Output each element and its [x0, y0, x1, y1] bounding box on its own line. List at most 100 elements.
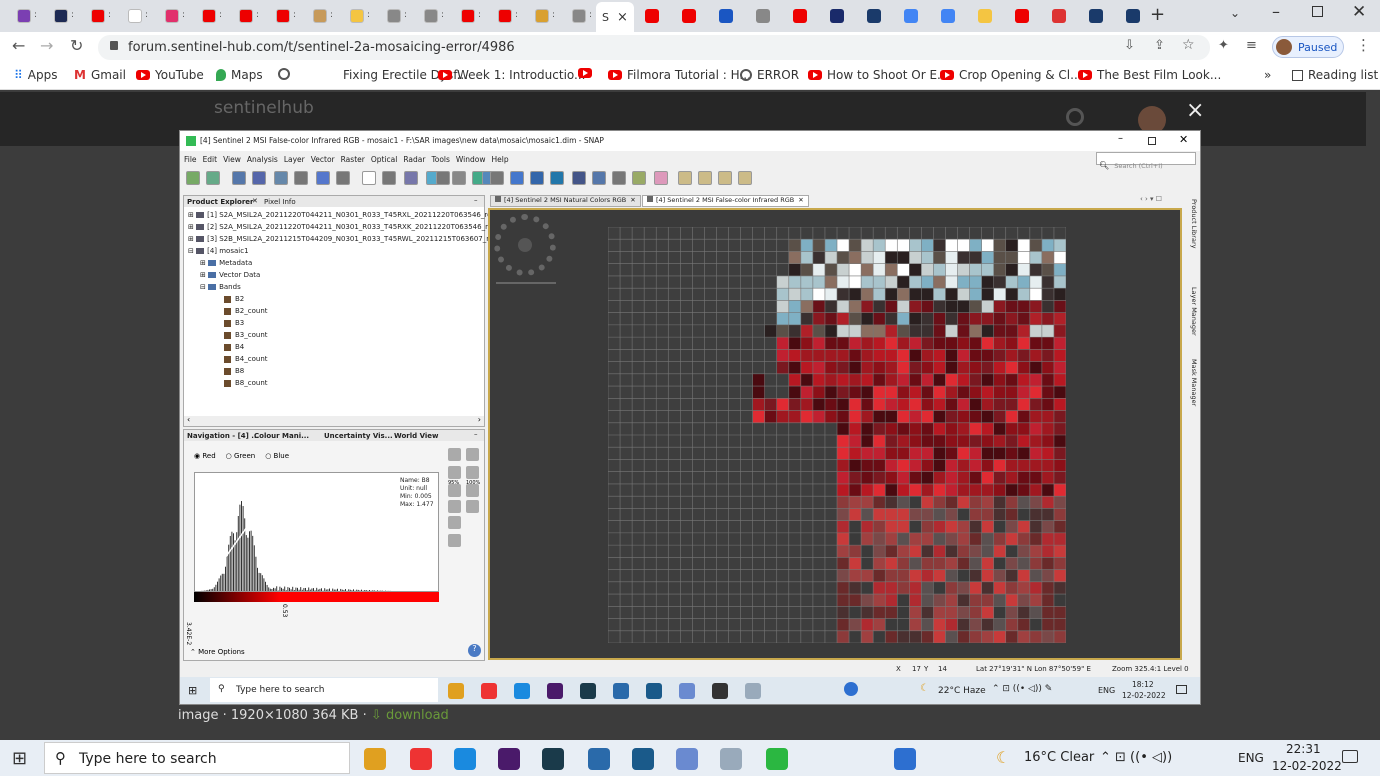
browser-tab[interactable]: :	[304, 4, 336, 28]
expand-toggle-icon[interactable]: ⊟	[188, 247, 196, 255]
tab-close-icon[interactable]: :	[589, 10, 592, 20]
color-ramp-bar[interactable]	[194, 592, 439, 602]
colour-tool-icon[interactable]	[448, 500, 461, 513]
close-icon[interactable]: ✕	[798, 196, 803, 204]
snap-menu-analysis[interactable]: Analysis	[247, 155, 278, 164]
bookmark-item[interactable]: How to Shoot Or E...	[808, 68, 949, 82]
help-tray-icon[interactable]	[844, 682, 858, 696]
forward-icon[interactable]: →	[40, 36, 53, 55]
product-node[interactable]: ⊞ [3] S2B_MSIL2A_20211215T044209_N0301_R…	[188, 235, 501, 243]
browser-tab[interactable]	[1117, 4, 1149, 28]
taskbar-app-icon[interactable]	[745, 683, 761, 699]
product-node[interactable]: ⊞ [1] S2A_MSIL2A_20211220T044211_N0301_R…	[188, 211, 499, 219]
toolbar-tool-icon[interactable]	[252, 171, 266, 185]
toolbar-tool-icon[interactable]	[362, 171, 376, 185]
browser-tab[interactable]	[969, 4, 1001, 28]
active-tab[interactable]: S ×	[596, 2, 634, 32]
bookmark-item[interactable]: Maps	[216, 68, 263, 82]
browser-tab[interactable]: :	[489, 4, 521, 28]
panel-tab[interactable]: Navigation - [4] ...	[187, 432, 259, 440]
maximize-icon[interactable]	[1312, 6, 1323, 17]
download-link[interactable]: ⇩ download	[371, 708, 449, 723]
browser-tab[interactable]	[1006, 4, 1038, 28]
windows-app-icon[interactable]	[542, 748, 564, 770]
windows-app-icon[interactable]	[766, 748, 788, 770]
band-node[interactable]: B3_count	[224, 331, 268, 339]
tab-close-icon[interactable]: :	[108, 10, 111, 20]
windows-tray-icons[interactable]: ⌃ ⊡ ((• ◁))	[1100, 750, 1172, 765]
bookmark-item[interactable]: M Gmail	[74, 68, 126, 82]
toolbar-tool-icon[interactable]	[490, 171, 504, 185]
toolbar-tool-icon[interactable]	[336, 171, 350, 185]
reload-icon[interactable]: ↻	[70, 36, 83, 55]
browser-tab[interactable]	[932, 4, 964, 28]
tab-close-icon[interactable]: :	[515, 10, 518, 20]
browser-tab[interactable]: :	[156, 4, 188, 28]
browser-tab[interactable]: :	[193, 4, 225, 28]
colour-tool-icon[interactable]	[466, 466, 479, 479]
new-tab-button[interactable]: +	[1150, 4, 1165, 25]
bookmark-item[interactable]: Crop Opening & Cl...	[940, 68, 1082, 82]
tab-product-explorer[interactable]: Product Explorer	[187, 198, 254, 206]
browser-tab[interactable]	[1043, 4, 1075, 28]
browser-tab[interactable]	[710, 4, 742, 28]
taskbar-lang[interactable]: ENG	[1098, 686, 1115, 695]
tab-close-icon[interactable]: :	[367, 10, 370, 20]
expand-toggle-icon[interactable]: ⊞	[188, 211, 196, 219]
channel-radio-red[interactable]: ◉ Red	[194, 452, 216, 460]
toolbar-tool-icon[interactable]	[718, 171, 732, 185]
toolbar-tool-icon[interactable]	[294, 171, 308, 185]
snap-menu-window[interactable]: Window	[456, 155, 486, 164]
browser-tab[interactable]	[858, 4, 890, 28]
browser-tab[interactable]: :	[45, 4, 77, 28]
side-tab[interactable]: Mask Manager	[1190, 359, 1198, 406]
close-tab-icon[interactable]: ×	[617, 10, 628, 25]
side-tab[interactable]: Layer Manager	[1190, 287, 1198, 336]
toolbar-tool-icon[interactable]	[186, 171, 200, 185]
install-icon[interactable]: ⇩	[1124, 38, 1135, 53]
tab-close-icon[interactable]: :	[219, 10, 222, 20]
taskbar-app-icon[interactable]	[712, 683, 728, 699]
taskbar-search[interactable]: ⚲ Type here to search	[210, 678, 438, 702]
band-node[interactable]: B8	[224, 367, 244, 375]
tab-close-icon[interactable]: :	[404, 10, 407, 20]
taskbar-app-icon[interactable]	[448, 683, 464, 699]
more-options-link[interactable]: ⌃ More Options	[190, 648, 245, 656]
bookmark-item[interactable]: Filmora Tutorial : H...	[608, 68, 751, 82]
view-tab-controls[interactable]: ‹ › ▾ ☐	[1140, 195, 1162, 203]
horizontal-scrollbar[interactable]: ‹ ›	[184, 415, 484, 426]
toolbar-tool-icon[interactable]	[452, 171, 466, 185]
toolbar-tool-icon[interactable]	[612, 171, 626, 185]
snap-menu-file[interactable]: File	[184, 155, 197, 164]
browser-tab[interactable]: :	[341, 4, 373, 28]
colour-tool-icon[interactable]	[448, 466, 461, 479]
view-tab[interactable]: [4] Sentinel 2 MSI False-color Infrared …	[642, 195, 809, 207]
tab-close-icon[interactable]: :	[330, 10, 333, 20]
toolbar-tool-icon[interactable]	[382, 171, 396, 185]
toolbar-tool-icon[interactable]	[206, 171, 220, 185]
colour-tool-icon[interactable]	[466, 500, 479, 513]
panel-tab[interactable]: Colour Mani...	[254, 432, 309, 440]
tab-close-icon[interactable]: :	[478, 10, 481, 20]
bookmark-item[interactable]: The Best Film Look...	[1078, 68, 1221, 82]
snap-menu-edit[interactable]: Edit	[203, 155, 218, 164]
windows-app-icon[interactable]	[410, 748, 432, 770]
windows-time[interactable]: 22:31	[1286, 742, 1321, 756]
channel-radio-green[interactable]: ○ Green	[226, 452, 256, 460]
toolbar-tool-icon[interactable]	[316, 171, 330, 185]
panel-tab[interactable]: Uncertainty Vis...	[324, 432, 393, 440]
taskbar-app-icon[interactable]	[613, 683, 629, 699]
snap-menu-raster[interactable]: Raster	[341, 155, 365, 164]
lightbox-close-icon[interactable]: ×	[1186, 98, 1204, 123]
toolbar-tool-icon[interactable]	[436, 171, 450, 185]
profile-button[interactable]: Paused	[1272, 36, 1344, 58]
tab-close-icon[interactable]: :	[293, 10, 296, 20]
toolbar-tool-icon[interactable]	[592, 171, 606, 185]
menu-icon[interactable]: ⋮	[1356, 36, 1371, 54]
toolbar-tool-icon[interactable]	[654, 171, 668, 185]
taskbar-time[interactable]: 18:12	[1132, 680, 1154, 689]
toolbar-tool-icon[interactable]	[274, 171, 288, 185]
expand-toggle-icon[interactable]: ⊞	[200, 271, 208, 279]
band-node[interactable]: B8_count	[224, 379, 268, 387]
windows-app-icon[interactable]	[720, 748, 742, 770]
